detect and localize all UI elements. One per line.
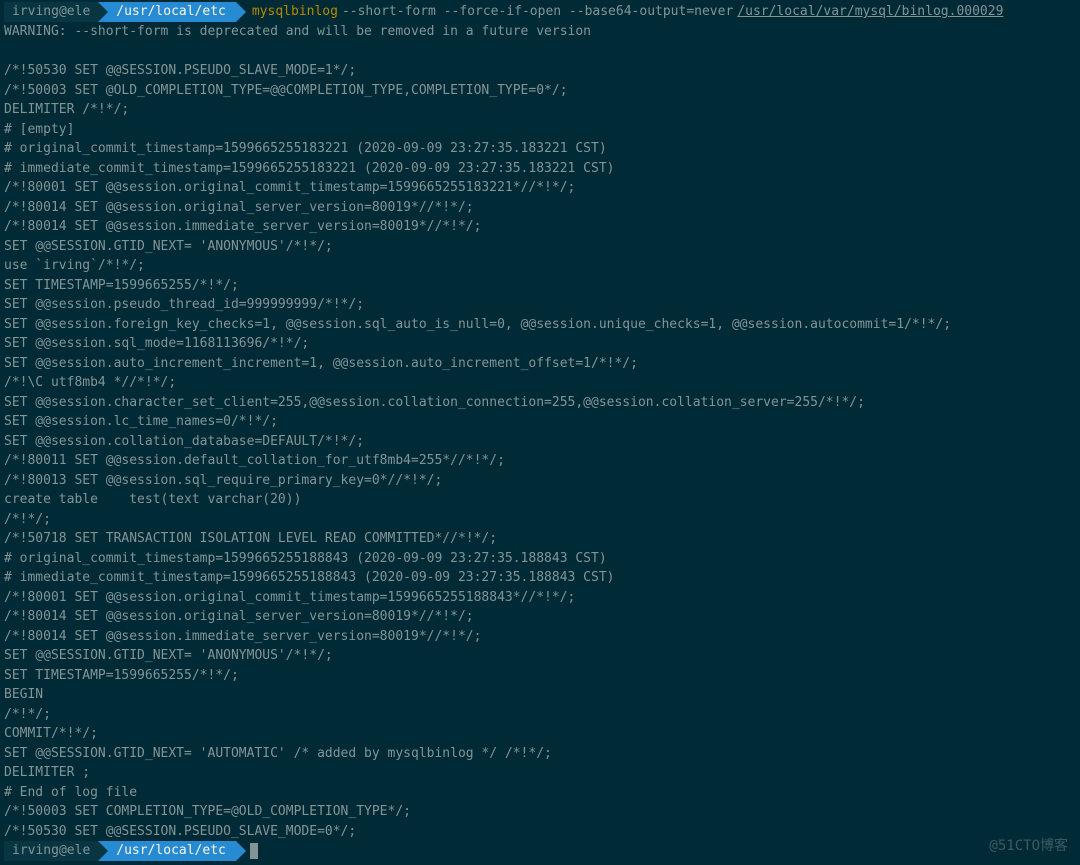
output-line: SET @@SESSION.GTID_NEXT= 'ANONYMOUS'/*!*…: [4, 646, 1076, 666]
output-line: BEGIN: [4, 685, 1076, 705]
output-line: /*!*/;: [4, 510, 1076, 530]
output-line: SET TIMESTAMP=1599665255/*!*/;: [4, 276, 1076, 296]
output-line: SET @@session.foreign_key_checks=1, @@se…: [4, 315, 1076, 335]
output-line: SET @@session.pseudo_thread_id=999999999…: [4, 295, 1076, 315]
output-line: SET @@session.collation_database=DEFAULT…: [4, 432, 1076, 452]
output-line: /*!80001 SET @@session.original_commit_t…: [4, 588, 1076, 608]
output-line: WARNING: --short-form is deprecated and …: [4, 22, 1076, 42]
prompt-separator-icon: [98, 841, 108, 861]
prompt-path: /usr/local/etc: [108, 841, 236, 861]
output-line: SET @@SESSION.GTID_NEXT= 'ANONYMOUS'/*!*…: [4, 237, 1076, 257]
output-line: /*!80013 SET @@session.sql_require_prima…: [4, 471, 1076, 491]
output-line: use `irving`/*!*/;: [4, 256, 1076, 276]
output-line: /*!50530 SET @@SESSION.PSEUDO_SLAVE_MODE…: [4, 61, 1076, 81]
output-line: # [empty]: [4, 120, 1076, 140]
output-line: SET @@session.lc_time_names=0/*!*/;: [4, 412, 1076, 432]
output-line: SET @@session.character_set_client=255,@…: [4, 393, 1076, 413]
output-line: /*!80014 SET @@session.immediate_server_…: [4, 217, 1076, 237]
output-line: # End of log file: [4, 783, 1076, 803]
output-line: /*!50530 SET @@SESSION.PSEUDO_SLAVE_MODE…: [4, 822, 1076, 842]
terminal[interactable]: irving@ele /usr/local/etc mysqlbinlog --…: [0, 0, 1080, 863]
prompt-user: irving@ele: [4, 841, 98, 861]
watermark: @51CTO博客: [989, 836, 1068, 857]
output-line: /*!*/;: [4, 705, 1076, 725]
output-line: DELIMITER /*!*/;: [4, 100, 1076, 120]
prompt-separator-icon: [98, 2, 108, 22]
prompt-path-segment: /usr/local/etc: [98, 841, 236, 861]
output-line: # immediate_commit_timestamp=15996652551…: [4, 159, 1076, 179]
output-line: /*!50718 SET TRANSACTION ISOLATION LEVEL…: [4, 529, 1076, 549]
output-line: SET @@session.sql_mode=1168113696/*!*/;: [4, 334, 1076, 354]
prompt-separator-icon: [236, 841, 246, 861]
output-line: /*!\C utf8mb4 *//*!*/;: [4, 373, 1076, 393]
cursor[interactable]: [250, 843, 258, 859]
output-line: /*!80014 SET @@session.original_server_v…: [4, 607, 1076, 627]
output-line: SET TIMESTAMP=1599665255/*!*/;: [4, 666, 1076, 686]
output-line: COMMIT/*!*/;: [4, 724, 1076, 744]
output-line: [4, 42, 1076, 62]
command-name: mysqlbinlog: [252, 2, 338, 22]
command-args: --short-form --force-if-open --base64-ou…: [342, 2, 733, 22]
output-line: /*!80014 SET @@session.immediate_server_…: [4, 627, 1076, 647]
output-line: SET @@SESSION.GTID_NEXT= 'AUTOMATIC' /* …: [4, 744, 1076, 764]
prompt-path-segment: /usr/local/etc: [98, 2, 236, 22]
output-line: # original_commit_timestamp=159966525518…: [4, 549, 1076, 569]
output-line: /*!50003 SET @OLD_COMPLETION_TYPE=@@COMP…: [4, 81, 1076, 101]
output-line: DELIMITER ;: [4, 763, 1076, 783]
output-line: /*!80014 SET @@session.original_server_v…: [4, 198, 1076, 218]
terminal-output: WARNING: --short-form is deprecated and …: [4, 22, 1076, 841]
prompt-user: irving@ele: [4, 2, 98, 22]
prompt-line-2: irving@ele /usr/local/etc: [4, 841, 1076, 861]
output-line: # original_commit_timestamp=159966525518…: [4, 139, 1076, 159]
prompt-path: /usr/local/etc: [108, 2, 236, 22]
output-line: # immediate_commit_timestamp=15996652551…: [4, 568, 1076, 588]
output-line: /*!80001 SET @@session.original_commit_t…: [4, 178, 1076, 198]
prompt-line-1: irving@ele /usr/local/etc mysqlbinlog --…: [4, 2, 1076, 22]
output-line: /*!80011 SET @@session.default_collation…: [4, 451, 1076, 471]
prompt-separator-icon: [236, 2, 246, 22]
output-line: SET @@session.auto_increment_increment=1…: [4, 354, 1076, 374]
output-line: create table test(text varchar(20)): [4, 490, 1076, 510]
command-file-arg: /usr/local/var/mysql/binlog.000029: [737, 2, 1003, 22]
output-line: /*!50003 SET COMPLETION_TYPE=@OLD_COMPLE…: [4, 802, 1076, 822]
